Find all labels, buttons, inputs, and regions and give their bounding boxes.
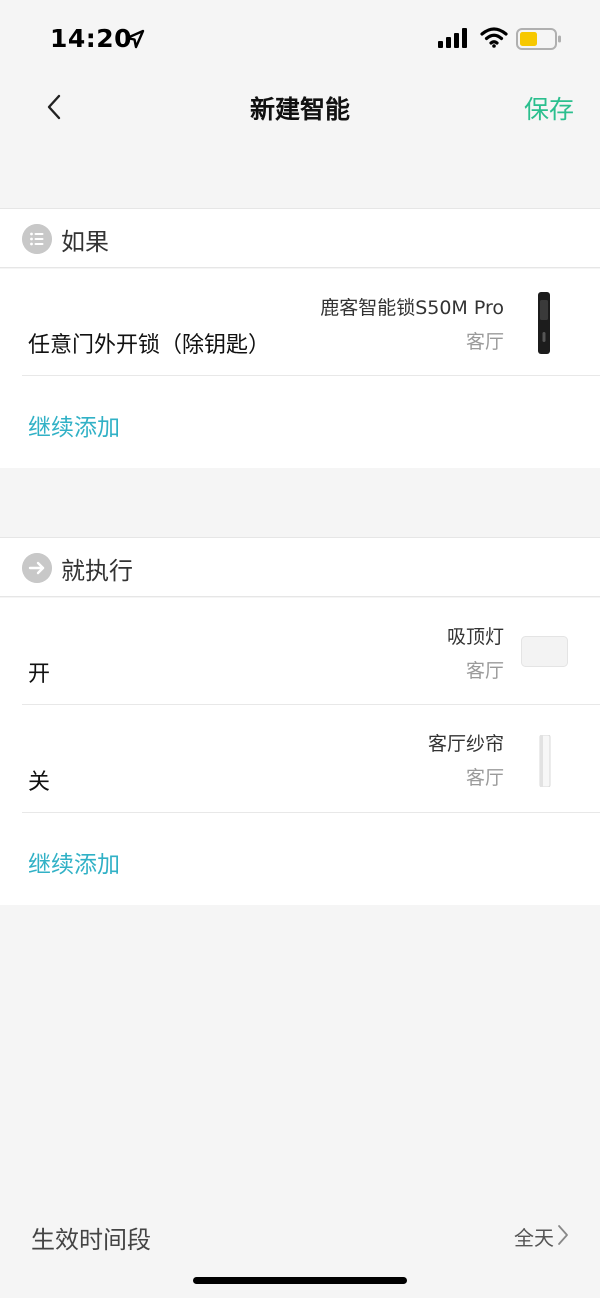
page-title: 新建智能 xyxy=(249,95,350,124)
condition-action: 任意门外开锁（除钥匙） xyxy=(28,333,271,358)
row-divider xyxy=(22,812,600,813)
status-time: 14:20 xyxy=(50,24,133,53)
action-room: 客厅 xyxy=(465,660,504,682)
save-button[interactable]: 保存 xyxy=(524,90,574,126)
then-card: 开 吸顶灯 客厅 关 客厅纱帘 客厅 继续添加 xyxy=(0,598,600,905)
signal-icon xyxy=(438,28,467,48)
row-divider xyxy=(22,375,600,376)
then-section-title: 就执行 xyxy=(61,557,133,585)
smart-lock-thumbnail xyxy=(538,292,550,354)
if-section-title: 如果 xyxy=(61,228,109,256)
wifi-icon xyxy=(480,27,508,48)
curtain-thumbnail xyxy=(539,735,551,787)
time-period-label: 生效时间段 xyxy=(31,1226,151,1254)
action-device: 客厅纱帘 xyxy=(427,733,504,755)
chevron-right-icon xyxy=(558,1225,568,1245)
arrow-right-circle-icon xyxy=(22,553,52,583)
condition-device: 鹿客智能锁S50M Pro xyxy=(320,297,504,319)
if-add-more-button[interactable]: 继续添加 xyxy=(28,408,120,442)
action-device: 吸顶灯 xyxy=(446,626,504,648)
action-state: 关 xyxy=(28,770,51,795)
nav-bar: 新建智能 保存 xyxy=(0,78,600,138)
action-state: 开 xyxy=(28,662,51,687)
if-card: 任意门外开锁（除钥匙） 鹿客智能锁S50M Pro 客厅 继续添加 xyxy=(0,269,600,468)
then-add-more-button[interactable]: 继续添加 xyxy=(28,845,120,879)
if-section-header: 如果 xyxy=(0,208,600,268)
location-arrow-icon xyxy=(125,29,145,49)
action-row[interactable]: 关 客厅纱帘 客厅 xyxy=(0,705,600,813)
action-room: 客厅 xyxy=(465,767,504,789)
list-icon xyxy=(22,224,52,254)
home-indicator xyxy=(193,1277,407,1284)
condition-row[interactable]: 任意门外开锁（除钥匙） 鹿客智能锁S50M Pro 客厅 xyxy=(0,269,600,376)
time-period-value: 全天 xyxy=(514,1226,554,1250)
condition-room: 客厅 xyxy=(465,331,504,353)
then-section-header: 就执行 xyxy=(0,537,600,597)
battery-icon xyxy=(516,28,561,50)
action-row[interactable]: 开 吸顶灯 客厅 xyxy=(0,598,600,705)
ceiling-light-thumbnail xyxy=(521,636,568,667)
status-bar: 14:20 xyxy=(0,0,600,78)
